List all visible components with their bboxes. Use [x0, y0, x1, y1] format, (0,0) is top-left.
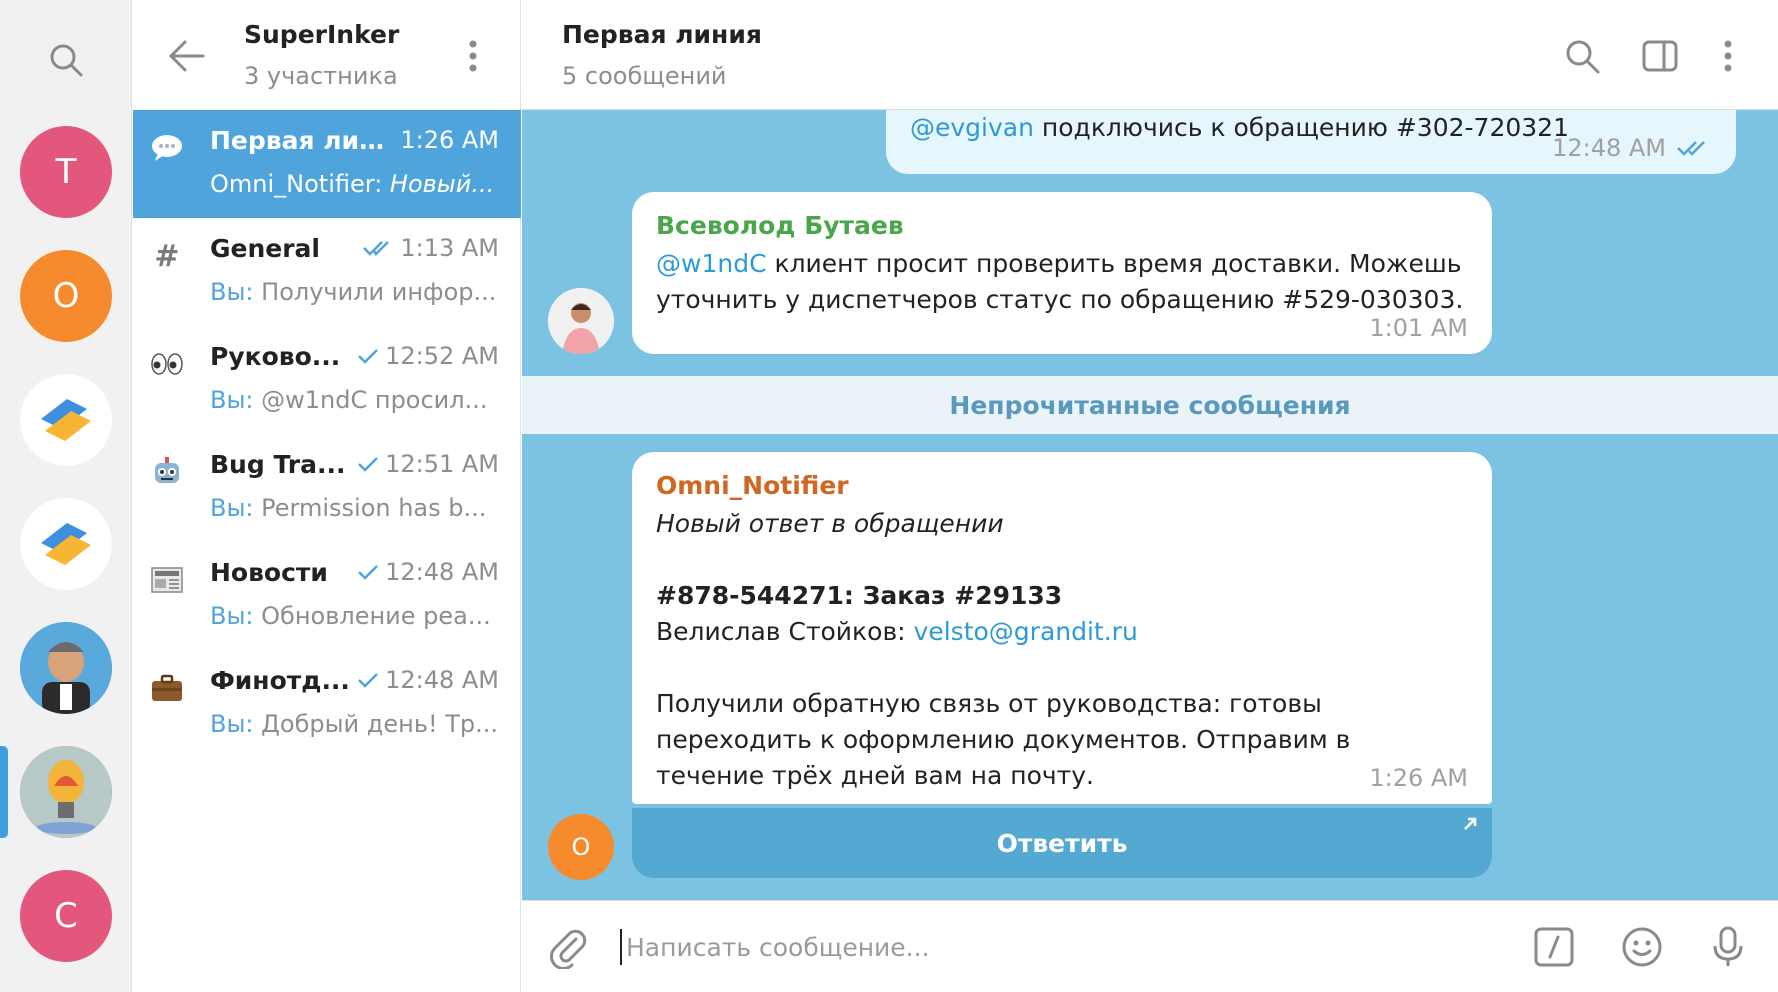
sidebar-toggle-icon[interactable]	[1640, 36, 1680, 76]
conversation-title: Первая линия	[562, 20, 762, 49]
search-icon[interactable]	[1562, 36, 1602, 76]
hashtag-icon: #	[154, 238, 180, 274]
more-vertical-icon[interactable]	[1718, 36, 1738, 76]
email-link[interactable]: velsto@grandit.ru	[914, 617, 1138, 646]
app-logo-icon	[20, 374, 112, 466]
app-logo-icon	[20, 498, 112, 590]
message-ticket: #878-544271: Заказ #29133	[656, 581, 1063, 610]
message-meta: 1:26 AM	[1369, 764, 1468, 792]
chat-item-first-line[interactable]: Первая лин... 1:26 AM Omni_Notifier: Нов…	[133, 110, 521, 218]
chat-item-bug-tracker[interactable]: Bug Tra... 12:51 AM Вы: Permission has b…	[133, 434, 521, 542]
chat-name: Первая лин...	[210, 126, 395, 155]
paperclip-icon[interactable]	[546, 925, 590, 970]
message-text: @w1ndC клиент просит проверить время дос…	[656, 249, 1464, 314]
folder-o[interactable]: O	[20, 250, 112, 342]
chat-time: 1:26 AM	[400, 126, 499, 154]
conversation-panel: Первая линия 5 сообщений @evgivan подклю…	[522, 0, 1778, 992]
external-arrow-icon	[1464, 817, 1477, 830]
check-icon	[358, 457, 378, 472]
message-text: Получили обратную связь от руководства: …	[656, 689, 1351, 790]
chat-preview: Omni_Notifier: Новый...	[210, 170, 495, 198]
chat-item-general[interactable]: # General 1:13 AM Вы: Получили инфор...	[133, 218, 521, 326]
user-photo-icon	[548, 288, 614, 354]
unread-divider: Непрочитанные сообщения	[522, 376, 1778, 434]
chat-time: 12:48 AM	[357, 666, 499, 694]
message-incoming-vsevolod: Всеволод Бутаев @w1ndC клиент просит про…	[632, 192, 1492, 354]
briefcase-icon	[149, 670, 185, 706]
group-subtitle: 3 участника	[244, 62, 398, 90]
text-caret	[620, 929, 622, 965]
chat-item-finance[interactable]: Финотд... 12:48 AM Вы: Добрый день! Тр..…	[133, 650, 521, 758]
active-folder-indicator	[0, 746, 8, 838]
lightbulb-avatar-icon	[20, 746, 112, 838]
conversation-header: Первая линия 5 сообщений	[522, 0, 1778, 110]
chat-time: 12:48 AM	[357, 558, 499, 586]
cartoon-avatar-icon	[20, 622, 112, 714]
folder-app-1[interactable]	[20, 374, 112, 466]
folder-avatar-bulb[interactable]	[20, 746, 112, 838]
chat-time: 12:51 AM	[357, 450, 499, 478]
folder-avatar-cartoon[interactable]	[20, 622, 112, 714]
more-vertical-icon[interactable]	[463, 36, 483, 76]
double-check-icon	[363, 241, 390, 256]
reply-button[interactable]: Ответить	[632, 808, 1492, 878]
check-icon	[358, 565, 378, 580]
chat-preview: Вы: Получили инфор...	[210, 278, 497, 306]
chat-preview: Вы: Обновление реа...	[210, 602, 491, 630]
chat-item-management[interactable]: Руково... 12:52 AM Вы: @w1ndC просил...	[133, 326, 521, 434]
chat-time: 1:13 AM	[362, 234, 499, 262]
message-subject: Новый ответ в обращении	[656, 509, 1004, 538]
speech-bubble-icon	[149, 130, 185, 166]
folder-app-2[interactable]	[20, 498, 112, 590]
group-title: SuperInker	[244, 20, 400, 49]
folder-rail: T O C	[0, 0, 132, 992]
message-input[interactable]	[626, 923, 1426, 971]
mention-link[interactable]: @w1ndC	[656, 249, 767, 278]
chat-item-news[interactable]: Новости 12:48 AM Вы: Обновление реа...	[133, 542, 521, 650]
search-icon[interactable]	[44, 38, 88, 82]
conversation-subtitle: 5 сообщений	[562, 62, 727, 90]
check-icon	[358, 673, 378, 688]
chat-preview: Вы: Permission has b...	[210, 494, 487, 522]
chat-time: 12:52 AM	[357, 342, 499, 370]
chat-list-panel: SuperInker 3 участника Первая лин... 1:2…	[133, 0, 521, 992]
avatar[interactable]: O	[548, 814, 614, 880]
message-sender[interactable]: Всеволод Бутаев	[656, 208, 1468, 244]
list-header: SuperInker 3 участника	[133, 0, 520, 110]
newspaper-icon	[149, 562, 185, 598]
message-contact: Велислав Стойков: velsto@grandit.ru	[656, 617, 1138, 646]
chat-preview: Вы: @w1ndC просил...	[210, 386, 488, 414]
emoji-icon[interactable]	[1620, 925, 1664, 969]
message-meta: 1:01 AM	[1369, 314, 1468, 342]
robot-icon	[149, 454, 185, 490]
message-sender[interactable]: Omni_Notifier	[656, 468, 1468, 504]
folder-t[interactable]: T	[20, 126, 112, 218]
mention-link[interactable]: @evgivan	[910, 113, 1034, 142]
message-meta: 12:48 AM	[1552, 130, 1712, 166]
check-icon	[358, 349, 378, 364]
double-check-icon	[1677, 141, 1705, 156]
eyes-icon	[149, 346, 185, 382]
message-incoming-omni: Omni_Notifier Новый ответ в обращении #8…	[632, 452, 1492, 804]
back-arrow-icon[interactable]	[165, 36, 209, 76]
message-composer	[522, 900, 1778, 992]
avatar[interactable]	[548, 288, 614, 354]
bot-command-icon[interactable]	[1532, 925, 1576, 969]
folder-c[interactable]: C	[20, 870, 112, 962]
chat-preview: Вы: Добрый день! Тр...	[210, 710, 499, 738]
microphone-icon[interactable]	[1706, 925, 1750, 969]
